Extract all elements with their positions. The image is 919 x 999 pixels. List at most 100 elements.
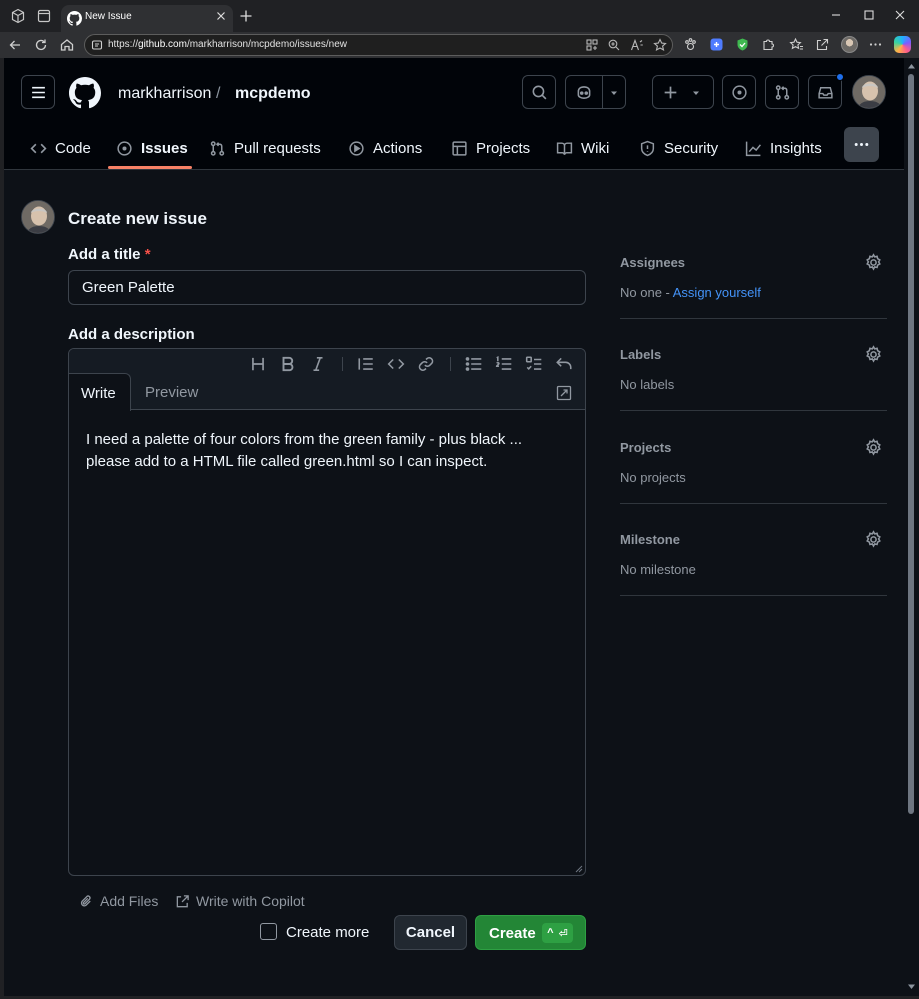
write-with-copilot-button[interactable]: Write with Copilot bbox=[175, 892, 305, 910]
ordered-list-icon[interactable] bbox=[495, 355, 513, 373]
table-icon bbox=[452, 140, 467, 156]
close-window-icon[interactable] bbox=[893, 8, 907, 22]
workspaces-icon[interactable] bbox=[10, 8, 26, 24]
tab-projects[interactable]: Projects bbox=[451, 126, 530, 170]
labels-value: No labels bbox=[620, 377, 675, 392]
pull-request-icon bbox=[210, 140, 225, 156]
undo-icon[interactable] bbox=[555, 355, 573, 373]
unordered-list-icon[interactable] bbox=[465, 355, 483, 373]
tab-security[interactable]: Security bbox=[639, 126, 718, 170]
keyboard-shortcut-hint: ^ ⏎ bbox=[542, 923, 573, 943]
scroll-up-icon[interactable] bbox=[907, 62, 916, 71]
github-favicon-icon bbox=[67, 11, 82, 26]
create-button[interactable]: Create ^ ⏎ bbox=[475, 915, 586, 950]
extension-shield-blue-icon[interactable] bbox=[709, 37, 724, 52]
extensions-puzzle-icon[interactable] bbox=[761, 37, 776, 52]
user-avatar[interactable] bbox=[852, 75, 886, 109]
italic-icon[interactable] bbox=[309, 355, 327, 373]
create-more-label[interactable]: Create more bbox=[286, 924, 369, 941]
fullscreen-icon[interactable] bbox=[556, 385, 572, 401]
hamburger-menu-button[interactable] bbox=[21, 75, 55, 109]
assign-yourself-link[interactable]: Assign yourself bbox=[673, 285, 761, 300]
toolbar-divider bbox=[450, 357, 451, 371]
ctrl-key-glyph: ^ bbox=[547, 927, 554, 939]
book-icon bbox=[556, 141, 573, 155]
minimize-icon[interactable] bbox=[829, 8, 843, 22]
browser-toolbar: https://github.com/markharrison/mcpdemo/… bbox=[0, 32, 919, 58]
tab-actions-icon[interactable] bbox=[36, 8, 52, 24]
address-bar[interactable]: https://github.com/markharrison/mcpdemo/… bbox=[84, 34, 673, 56]
page-scrollbar[interactable] bbox=[904, 58, 919, 996]
site-info-icon[interactable] bbox=[91, 39, 103, 51]
heading-icon[interactable] bbox=[249, 355, 267, 373]
favorite-star-icon[interactable] bbox=[653, 38, 667, 52]
more-tabs-button[interactable] bbox=[844, 127, 879, 162]
labels-heading: Labels bbox=[620, 347, 662, 362]
browser-tab-strip: New Issue bbox=[0, 0, 919, 32]
pull-requests-shortcut-button[interactable] bbox=[765, 75, 799, 109]
markdown-editor: Write Preview I need a palette of four c… bbox=[68, 348, 586, 876]
projects-gear-icon[interactable] bbox=[864, 438, 883, 457]
task-list-icon[interactable] bbox=[525, 355, 543, 373]
link-icon[interactable] bbox=[417, 355, 435, 373]
issue-title-input[interactable] bbox=[68, 270, 586, 305]
browser-menu-icon[interactable] bbox=[868, 37, 883, 52]
create-more-checkbox[interactable] bbox=[260, 923, 277, 940]
bold-icon[interactable] bbox=[279, 355, 297, 373]
tab-code[interactable]: Code bbox=[30, 126, 91, 170]
favorites-icon[interactable] bbox=[789, 37, 804, 52]
sidebar-divider bbox=[620, 595, 887, 596]
scroll-down-icon[interactable] bbox=[907, 982, 916, 991]
description-textarea[interactable]: I need a palette of four colors from the… bbox=[86, 429, 566, 473]
tab-pull-requests[interactable]: Pull requests bbox=[209, 126, 321, 170]
description-label: Add a description bbox=[68, 326, 195, 343]
tab-code-label: Code bbox=[55, 139, 91, 157]
active-tab-underline bbox=[108, 166, 192, 169]
search-button[interactable] bbox=[522, 75, 556, 109]
milestone-gear-icon[interactable] bbox=[864, 530, 883, 549]
add-files-button[interactable]: Add Files bbox=[79, 892, 158, 910]
extension-paw-icon[interactable] bbox=[683, 37, 698, 52]
notification-indicator bbox=[836, 73, 844, 81]
url-text: https://github.com/markharrison/mcpdemo/… bbox=[108, 39, 347, 50]
tab-projects-label: Projects bbox=[476, 139, 531, 157]
quote-icon[interactable] bbox=[357, 355, 375, 373]
close-tab-icon[interactable] bbox=[215, 10, 227, 22]
back-icon[interactable] bbox=[7, 37, 23, 53]
browser-tab-active[interactable]: New Issue bbox=[61, 5, 233, 32]
app-available-icon[interactable] bbox=[585, 38, 599, 52]
tab-issues[interactable]: Issues bbox=[116, 126, 188, 170]
scrollbar-thumb[interactable] bbox=[908, 74, 914, 814]
github-logo-icon[interactable] bbox=[69, 77, 101, 109]
issue-opened-icon bbox=[731, 84, 747, 100]
issues-shortcut-button[interactable] bbox=[722, 75, 756, 109]
repo-name-link[interactable]: mcpdemo bbox=[235, 85, 311, 103]
home-icon[interactable] bbox=[59, 37, 75, 53]
new-tab-icon[interactable] bbox=[238, 8, 254, 24]
extension-shield-green-icon[interactable] bbox=[735, 37, 750, 52]
tab-write[interactable]: Write bbox=[69, 373, 131, 411]
browser-profile-avatar[interactable] bbox=[841, 36, 858, 53]
tab-actions[interactable]: Actions bbox=[348, 126, 422, 170]
repo-owner-link[interactable]: markharrison bbox=[118, 85, 211, 103]
create-new-menu-button[interactable] bbox=[652, 75, 714, 109]
code-icon[interactable] bbox=[387, 355, 405, 373]
tab-insights[interactable]: Insights bbox=[745, 126, 822, 170]
zoom-icon[interactable] bbox=[607, 38, 621, 52]
assignees-value: No one - Assign yourself bbox=[620, 285, 761, 300]
copilot-icon[interactable] bbox=[894, 36, 911, 53]
cancel-button[interactable]: Cancel bbox=[394, 915, 467, 950]
toolbar-divider bbox=[342, 357, 343, 371]
refresh-icon[interactable] bbox=[33, 37, 49, 53]
tab-preview[interactable]: Preview bbox=[133, 373, 210, 411]
read-aloud-icon[interactable] bbox=[630, 38, 644, 52]
tab-wiki[interactable]: Wiki bbox=[556, 126, 609, 170]
labels-gear-icon[interactable] bbox=[864, 345, 883, 364]
assignees-gear-icon[interactable] bbox=[864, 253, 883, 272]
copilot-menu-button[interactable] bbox=[565, 75, 626, 109]
maximize-icon[interactable] bbox=[862, 8, 876, 22]
share-icon[interactable] bbox=[815, 37, 830, 52]
resize-handle-icon[interactable] bbox=[575, 865, 583, 873]
tab-actions-label: Actions bbox=[373, 139, 423, 157]
add-files-label: Add Files bbox=[100, 893, 159, 909]
